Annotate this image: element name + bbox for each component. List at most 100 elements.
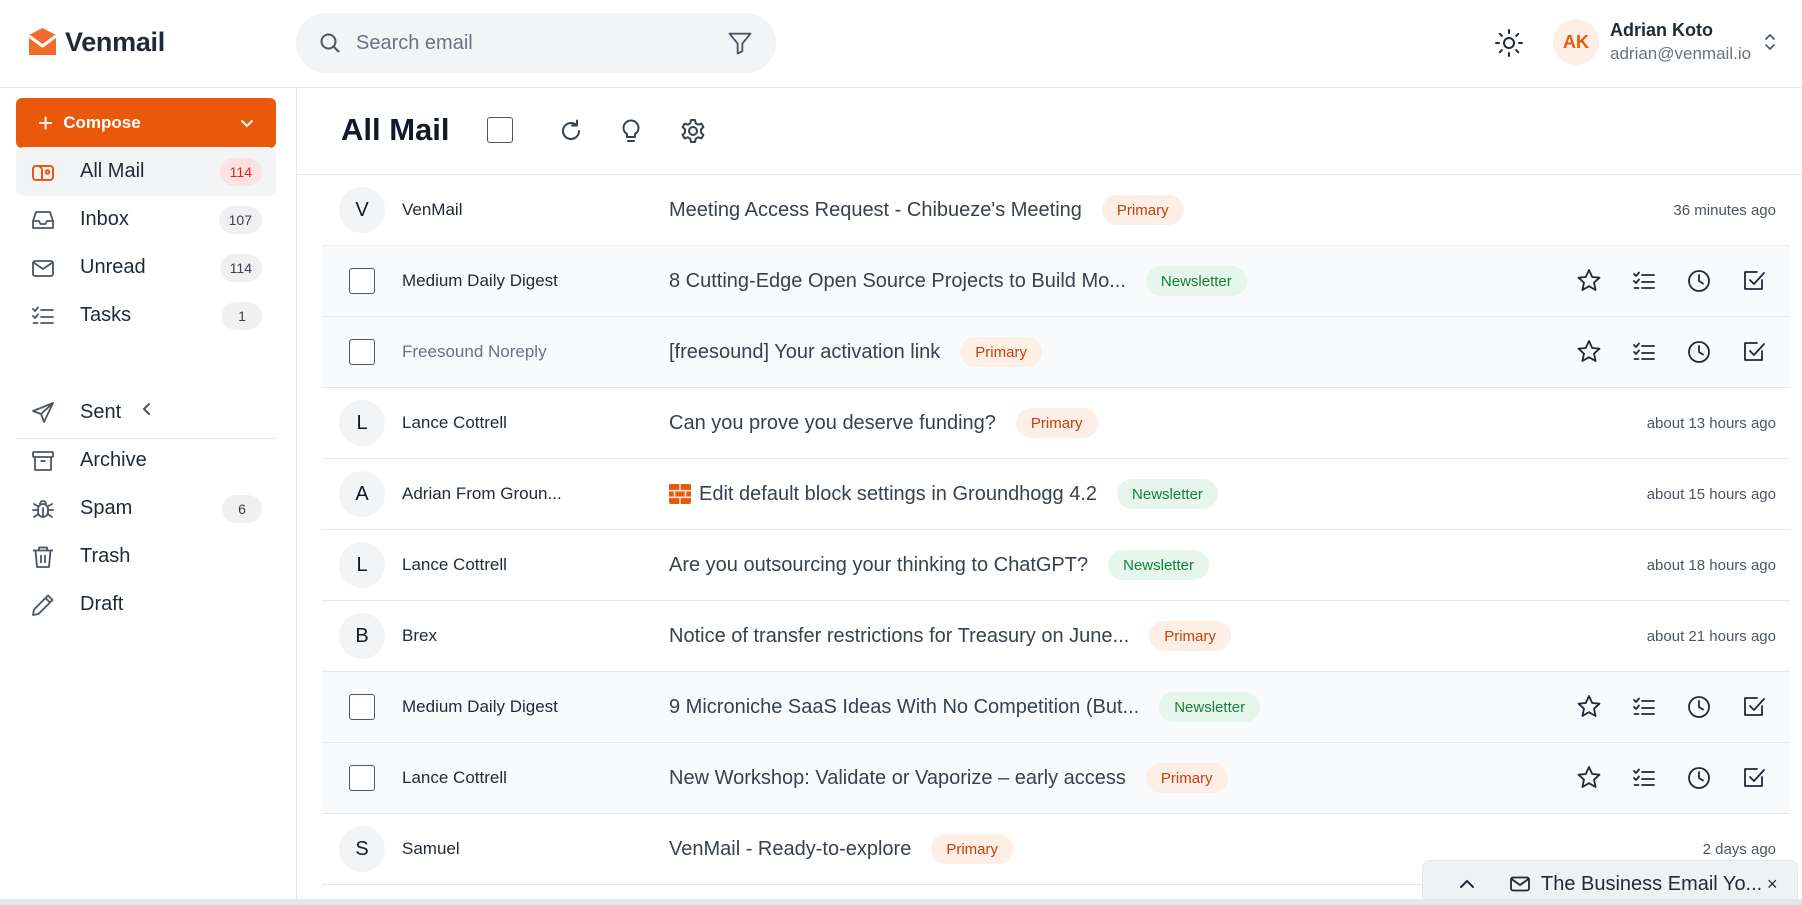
sidebar-item-all-mail[interactable]: All Mail 114 — [16, 147, 276, 196]
sidebar-divider — [16, 438, 276, 439]
email-subject: Are you outsourcing your thinking to Cha… — [669, 553, 1089, 576]
task-list-icon[interactable] — [1630, 267, 1658, 295]
email-row[interactable]: A Adrian From Groun... Edit default block … — [322, 459, 1790, 530]
chevron-down-icon[interactable] — [240, 116, 254, 130]
select-all-checkbox[interactable] — [487, 117, 515, 145]
email-subject: Meeting Access Request - Chibueze's Meet… — [669, 198, 1082, 221]
sidebar-item-trash[interactable]: Trash — [16, 532, 276, 581]
avatar: AK — [1553, 19, 1599, 65]
sidebar-item-label: Inbox — [80, 208, 129, 230]
clock-icon[interactable] — [1685, 693, 1713, 721]
app-logo[interactable]: Venmail — [26, 26, 165, 59]
email-sender: Medium Daily Digest — [402, 697, 558, 716]
minimized-compose-title: The Business Email Yo... — [1541, 872, 1761, 895]
sun-icon[interactable] — [1494, 28, 1524, 58]
chevron-up-icon[interactable] — [1457, 874, 1477, 894]
email-row[interactable]: Medium Daily Digest 8 Cutting-Edge Open S… — [322, 246, 1790, 317]
clock-icon[interactable] — [1685, 764, 1713, 792]
venmail-logo-icon — [28, 28, 57, 55]
email-row[interactable]: V VenMail Meeting Access Request - Chibuez… — [322, 175, 1790, 246]
task-list-icon[interactable] — [1630, 338, 1658, 366]
sidebar-item-tasks[interactable]: Tasks 1 — [16, 291, 276, 340]
email-sender: Brex — [402, 626, 437, 645]
lightbulb-icon[interactable] — [617, 117, 645, 145]
check-square-icon[interactable] — [1740, 693, 1768, 721]
user-profile-menu[interactable]: AK Adrian Koto adrian@venmail.io — [1553, 18, 1777, 66]
sidebar-item-label: Trash — [80, 545, 131, 567]
count-badge: 1 — [222, 301, 262, 330]
close-icon[interactable]: × — [1767, 874, 1778, 895]
star-icon[interactable] — [1575, 693, 1603, 721]
user-name: Adrian Koto — [1610, 20, 1713, 40]
archive-icon — [32, 450, 54, 471]
email-row[interactable]: L Lance Cottrell Can you prove you deserve… — [322, 388, 1790, 459]
mail-icon — [1510, 876, 1530, 892]
task-list-icon[interactable] — [1630, 764, 1658, 792]
sender-avatar: B — [339, 613, 385, 659]
email-subject: Notice of transfer restrictions for Trea… — [669, 624, 1130, 647]
email-sender: Samuel — [402, 839, 460, 858]
row-checkbox[interactable] — [349, 339, 375, 365]
email-sender: VenMail — [402, 200, 463, 219]
user-email: adrian@venmail.io — [1610, 44, 1752, 63]
bottom-scrollbar-track — [0, 899, 1802, 905]
sidebar-item-spam[interactable]: Spam 6 — [16, 484, 276, 533]
sidebar-item-draft[interactable]: Draft — [16, 580, 276, 629]
sidebar-item-unread[interactable]: Unread 114 — [16, 243, 276, 292]
sender-avatar: S — [339, 826, 385, 872]
email-row[interactable]: Medium Daily Digest 9 Microniche SaaS Ide… — [322, 672, 1790, 743]
sidebar-item-archive[interactable]: Archive — [16, 436, 276, 485]
label-badge: Newsletter — [1159, 692, 1261, 722]
email-sender: Freesound Noreply — [402, 342, 547, 361]
star-icon[interactable] — [1575, 764, 1603, 792]
inbox-icon — [32, 210, 54, 229]
label-badge: Primary — [960, 337, 1042, 367]
email-row[interactable]: Lance Cottrell New Workshop: Validate or … — [322, 743, 1790, 814]
task-list-icon[interactable] — [1630, 693, 1658, 721]
email-subject: Can you prove you deserve funding? — [669, 411, 996, 434]
email-row[interactable]: L Lance Cottrell Are you outsourcing your … — [322, 530, 1790, 601]
app-name: Venmail — [65, 27, 165, 57]
count-badge: 107 — [218, 205, 262, 234]
email-timestamp: about 21 hours ago — [1646, 627, 1776, 645]
refresh-icon[interactable] — [557, 117, 585, 145]
sidebar-item-inbox[interactable]: Inbox 107 — [16, 195, 276, 244]
count-badge: 114 — [219, 157, 262, 186]
search-input[interactable] — [356, 31, 726, 55]
row-checkbox[interactable] — [349, 694, 375, 720]
row-checkbox[interactable] — [349, 268, 375, 294]
search-bar[interactable] — [296, 13, 776, 73]
check-square-icon[interactable] — [1740, 764, 1768, 792]
star-icon[interactable] — [1575, 338, 1603, 366]
plus-icon: + — [38, 108, 54, 138]
email-subject: [freesound] Your activation link — [669, 340, 941, 363]
clock-icon[interactable] — [1685, 267, 1713, 295]
sender-avatar: L — [339, 400, 385, 446]
check-square-icon[interactable] — [1740, 338, 1768, 366]
compose-button[interactable]: + Compose — [16, 98, 276, 148]
email-subject: VenMail - Ready-to-explore — [669, 837, 912, 860]
sidebar-item-label: Unread — [80, 256, 146, 278]
collapse-sidebar-icon[interactable] — [136, 398, 158, 420]
sidebar-item-label: Spam — [80, 497, 133, 519]
check-square-icon[interactable] — [1740, 267, 1768, 295]
label-badge: Newsletter — [1145, 266, 1247, 296]
email-timestamp: about 18 hours ago — [1646, 556, 1776, 574]
bug-icon — [32, 499, 54, 518]
label-badge: Newsletter — [1108, 550, 1209, 580]
settings-gear-icon[interactable] — [679, 117, 707, 145]
trash-icon — [33, 546, 53, 568]
email-row[interactable]: B Brex Notice of transfer restrictions for… — [322, 601, 1790, 672]
sidebar-item-label: Sent — [80, 401, 122, 423]
label-badge: Newsletter — [1117, 479, 1218, 509]
count-badge: 114 — [219, 253, 262, 282]
clock-icon[interactable] — [1685, 338, 1713, 366]
page-title: All Mail — [341, 112, 450, 147]
filter-icon[interactable] — [726, 29, 754, 57]
star-icon[interactable] — [1575, 267, 1603, 295]
label-badge: Primary — [1101, 195, 1184, 225]
row-checkbox[interactable] — [349, 765, 375, 791]
email-row[interactable]: Freesound Noreply [freesound] Your activa… — [322, 317, 1790, 388]
email-sender: Lance Cottrell — [402, 768, 507, 787]
brick-emoji-icon — [669, 484, 691, 504]
